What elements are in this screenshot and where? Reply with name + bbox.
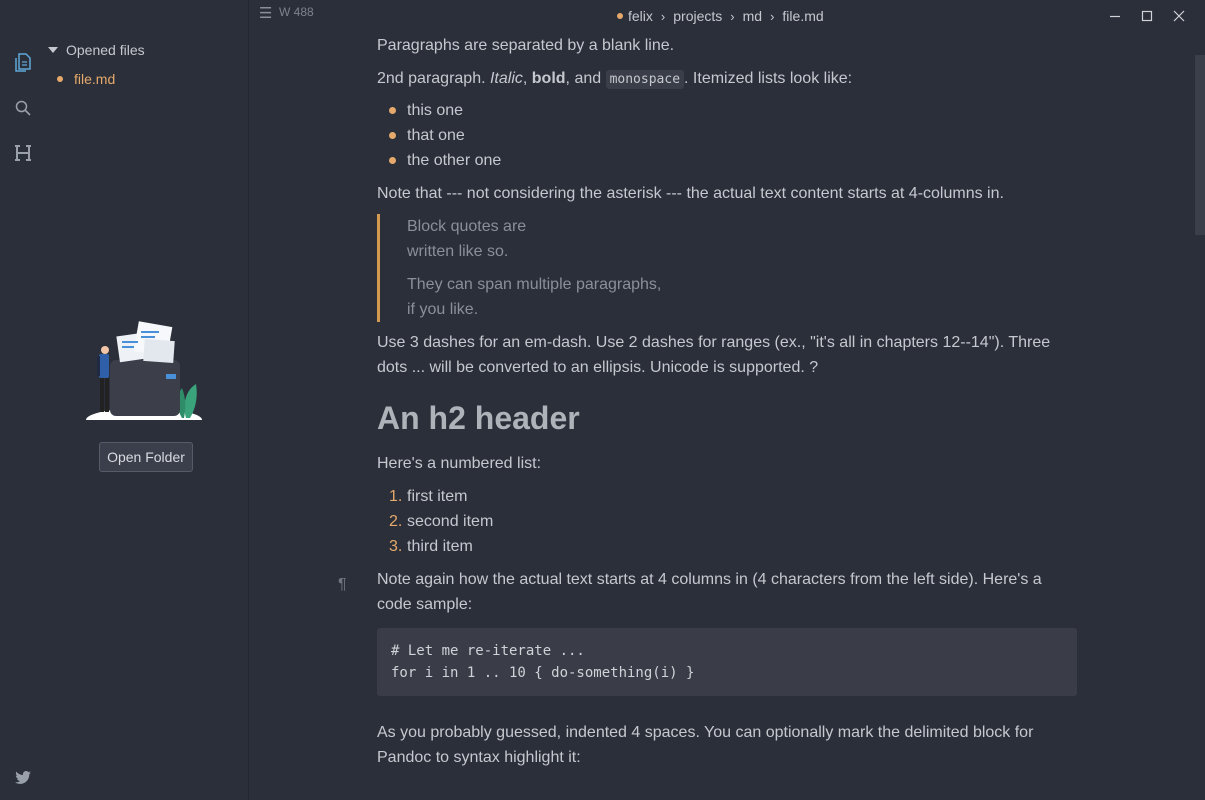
paragraph: code sample: bbox=[377, 596, 473, 613]
list-item: 3. third item bbox=[377, 534, 1077, 559]
breadcrumb: felix › projects › md › file.md bbox=[617, 8, 824, 24]
paragraph: Here's a numbered list: bbox=[377, 455, 542, 472]
breadcrumb-item[interactable]: felix bbox=[628, 8, 653, 24]
maximize-icon[interactable] bbox=[1137, 6, 1157, 26]
list-text: third item bbox=[407, 538, 473, 555]
quote-line: They can span multiple paragraphs, bbox=[407, 276, 662, 293]
bold-text: bold bbox=[531, 70, 566, 87]
opened-files-label: Opened files bbox=[66, 42, 145, 58]
numbered-list: 1. first item 2. second item 3. third item bbox=[377, 484, 1077, 559]
caret-down-icon bbox=[48, 47, 58, 53]
titlebar: ☰ W 488 felix › projects › md › file.md bbox=[249, 0, 1205, 32]
menu-icon[interactable]: ☰ bbox=[259, 4, 272, 22]
paragraph: Pandoc to syntax highlight it: bbox=[377, 749, 581, 766]
text: . Itemized lists look like: bbox=[684, 70, 853, 87]
bullet-list: this one that one the other one bbox=[377, 98, 1077, 173]
minimize-icon[interactable] bbox=[1105, 6, 1125, 26]
breadcrumb-item[interactable]: file.md bbox=[782, 8, 823, 24]
list-item: 1. first item bbox=[377, 484, 1077, 509]
sidebar: Opened files file.md Open Folder bbox=[46, 0, 249, 800]
close-icon[interactable] bbox=[1169, 6, 1189, 26]
list-text: second item bbox=[407, 513, 494, 530]
breadcrumb-item[interactable]: md bbox=[743, 8, 762, 24]
search-icon[interactable] bbox=[13, 98, 33, 118]
files-icon[interactable] bbox=[13, 53, 33, 73]
text: 2nd paragraph. bbox=[377, 70, 490, 87]
opened-files-header[interactable]: Opened files bbox=[46, 40, 248, 60]
paragraph: Paragraphs are separated by a blank line… bbox=[377, 37, 675, 54]
list-text: first item bbox=[407, 488, 468, 505]
paragraph: Note again how the actual text starts at… bbox=[377, 571, 1042, 588]
code-line: # Let me re-iterate ... bbox=[391, 643, 585, 659]
heading-icon[interactable] bbox=[13, 143, 33, 163]
chevron-right-icon: › bbox=[770, 8, 775, 24]
chevron-right-icon: › bbox=[730, 8, 735, 24]
activity-bar bbox=[0, 0, 46, 800]
opened-file-item[interactable]: file.md bbox=[46, 69, 248, 89]
quote-line: if you like. bbox=[407, 301, 479, 318]
list-item: this one bbox=[377, 98, 1077, 123]
scrollbar[interactable] bbox=[1195, 55, 1205, 235]
open-folder-button[interactable]: Open Folder bbox=[99, 442, 193, 472]
list-item: the other one bbox=[377, 148, 1077, 173]
breadcrumb-item[interactable]: projects bbox=[673, 8, 722, 24]
list-number: 3. bbox=[389, 538, 403, 555]
paragraph: dots ... will be converted to an ellipsi… bbox=[377, 359, 819, 376]
inline-code: monospace bbox=[605, 70, 685, 89]
list-item: that one bbox=[377, 123, 1077, 148]
italic-text: Italic bbox=[489, 70, 523, 87]
paragraph: As you probably guessed, indented 4 spac… bbox=[377, 724, 1034, 741]
block-quote: Block quotes are written like so. They c… bbox=[377, 214, 1077, 322]
paragraph: 2nd paragraph. Italic, bold, and monospa… bbox=[377, 65, 1077, 98]
h2-heading: An h2 header bbox=[377, 400, 580, 436]
empty-folder-illustration bbox=[86, 321, 210, 424]
unsaved-dot-icon bbox=[617, 13, 623, 19]
code-line: for i in 1 .. 10 { do-something(i) } bbox=[391, 665, 695, 681]
editor[interactable]: Paragraphs are separated by a blank line… bbox=[377, 32, 1077, 770]
code-block: # Let me re-iterate ... for i in 1 .. 10 … bbox=[377, 628, 1077, 696]
paragraph: Note that --- not considering the asteri… bbox=[377, 185, 1004, 202]
list-number: 2. bbox=[389, 513, 403, 530]
paragraph-mark-icon[interactable]: ¶ bbox=[338, 576, 347, 594]
unsaved-dot-icon bbox=[57, 76, 63, 82]
chevron-right-icon: › bbox=[660, 8, 666, 24]
twitter-icon[interactable] bbox=[13, 768, 33, 788]
quote-line: Block quotes are bbox=[407, 218, 527, 235]
text: , and bbox=[565, 70, 606, 87]
quote-line: written like so. bbox=[407, 243, 509, 260]
list-number: 1. bbox=[389, 488, 403, 505]
word-count: W 488 bbox=[279, 5, 314, 19]
opened-file-name: file.md bbox=[74, 71, 116, 87]
text: , bbox=[522, 70, 532, 87]
paragraph: Use 3 dashes for an em-dash. Use 2 dashe… bbox=[377, 334, 1051, 351]
list-item: 2. second item bbox=[377, 509, 1077, 534]
